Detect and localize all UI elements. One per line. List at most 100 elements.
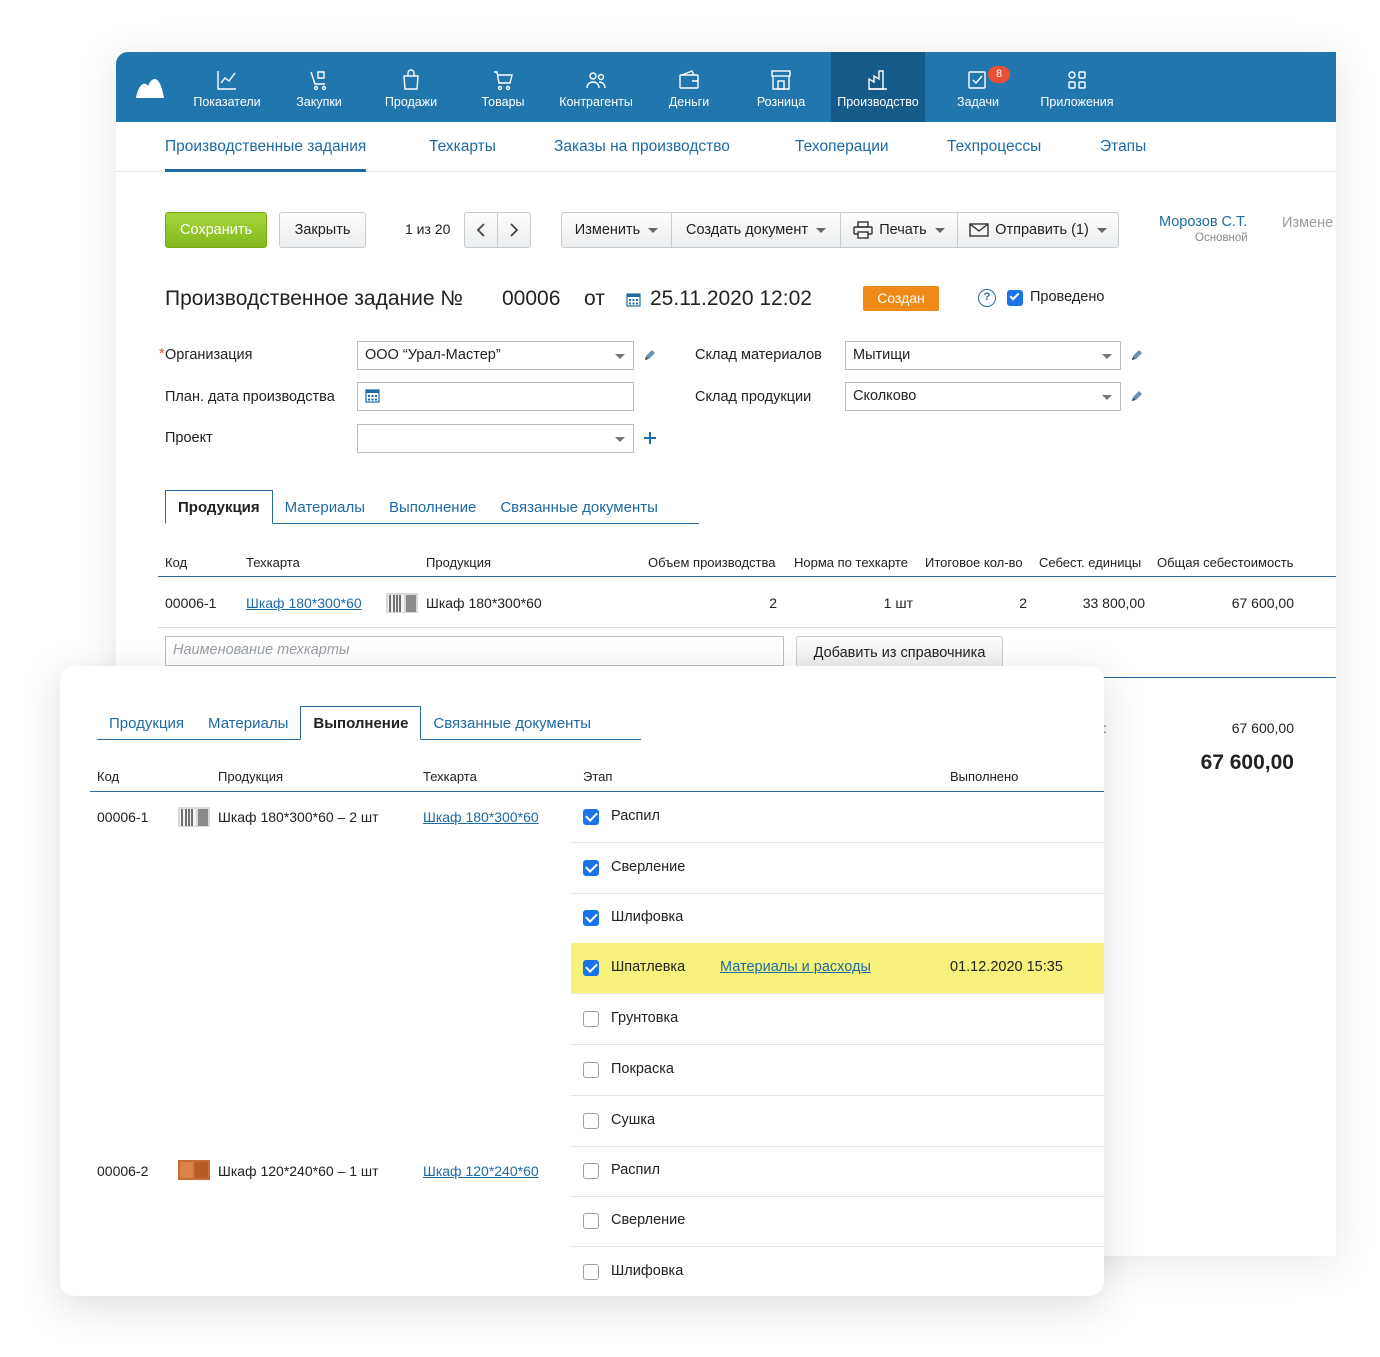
logo-icon[interactable] [134,72,166,100]
materials-warehouse-select[interactable]: Мытищи [845,341,1121,370]
help-icon[interactable]: ? [978,289,996,307]
tab-production-tasks[interactable]: Производственные задания [165,138,367,172]
column-header[interactable]: Объем производства [648,555,776,570]
nav-item-tasks[interactable]: Задачи 8 [934,52,1022,122]
stage-checkbox[interactable] [583,809,599,825]
tab-execution[interactable]: Выполнение [377,491,488,523]
printer-icon [853,221,873,239]
calendar-icon[interactable] [365,388,380,403]
nav-item-sales[interactable]: Продажи [370,52,452,122]
stage-row[interactable]: Распил [571,792,1104,843]
tab-materials[interactable]: Материалы [273,491,377,523]
product-code: 00006-2 [97,1163,149,1179]
stage-row[interactable]: Грунтовка [571,994,1104,1045]
stage-checkbox[interactable] [583,1062,599,1078]
nav-item-retail[interactable]: Розница [740,52,822,122]
send-dropdown[interactable]: Отправить (1) [957,212,1119,248]
edit-dropdown[interactable]: Изменить [561,212,672,248]
edit-label: Изменить [574,222,641,238]
organization-select[interactable]: ООО “Урал-Мастер” [357,341,634,370]
nav-item-apps[interactable]: Приложения [1032,52,1122,122]
column-header[interactable]: Техкарта [246,555,300,570]
stage-checkbox[interactable] [583,910,599,926]
pencil-icon[interactable] [1130,348,1144,362]
add-from-catalog-button[interactable]: Добавить из справочника [796,636,1003,669]
tab-products[interactable]: Продукция [97,707,196,739]
stage-checkbox[interactable] [583,1163,599,1179]
stage-row[interactable]: Шлифовка [571,1247,1104,1296]
column-header[interactable]: Продукция [426,555,491,570]
print-dropdown[interactable]: Печать [840,212,958,248]
stage-name: Покраска [611,1061,674,1077]
column-header[interactable]: Норма по техкарте [794,555,908,570]
tab-materials[interactable]: Материалы [196,707,300,739]
techcard-search-input[interactable]: Наименование техкарты [165,636,784,666]
column-header[interactable]: Этап [583,769,612,784]
chart-icon [217,71,236,90]
column-header[interactable]: Общая себестоимость [1157,555,1293,570]
stage-checkbox[interactable] [583,860,599,876]
column-header[interactable]: Выполнено [950,769,1018,784]
tab-related-documents[interactable]: Связанные документы [488,491,670,523]
doc-number[interactable]: 00006 [502,287,560,311]
tab-techoperations[interactable]: Техоперации [795,138,889,156]
stage-row[interactable]: Распил [571,1146,1104,1197]
stage-row[interactable]: Покраска [571,1045,1104,1096]
posted-checkbox[interactable] [1007,290,1023,306]
nav-item-money[interactable]: Деньги [648,52,730,122]
pencil-icon[interactable] [1130,389,1144,403]
nav-item-purchases[interactable]: Закупки [278,52,360,122]
owner-name[interactable]: Морозов С.Т. [1159,214,1247,230]
close-button[interactable]: Закрыть [279,212,366,248]
column-header[interactable]: Себест. единицы [1039,555,1141,570]
stage-row[interactable]: Сверление [571,1196,1104,1247]
project-select[interactable] [357,424,634,453]
calendar-icon[interactable] [626,292,641,307]
column-header[interactable]: Код [165,555,187,570]
column-header[interactable]: Итоговое кол-во [925,555,1023,570]
materials-expenses-link[interactable]: Материалы и расходы [720,959,871,975]
stage-name: Шлифовка [611,1263,684,1279]
pencil-icon[interactable] [643,348,657,362]
send-label: Отправить (1) [995,222,1089,238]
products-warehouse-select[interactable]: Сколково [845,382,1121,411]
stage-row[interactable]: Сушка [571,1096,1104,1147]
tab-techprocesses[interactable]: Техпроцессы [947,138,1041,156]
materials-warehouse-label: Склад материалов [695,347,822,363]
doc-date[interactable]: 25.11.2020 12:02 [650,287,812,311]
column-header[interactable]: Продукция [218,769,283,784]
tab-production-orders[interactable]: Заказы на производство [554,138,730,156]
techcard-link[interactable]: Шкаф 180*300*60 [423,809,539,825]
nav-item-contractors[interactable]: Контрагенты [552,52,640,122]
add-icon[interactable] [643,431,657,445]
next-button[interactable] [497,212,531,248]
save-button[interactable]: Сохранить [165,212,267,248]
stage-checkbox[interactable] [583,960,599,976]
stage-checkbox[interactable] [583,1113,599,1129]
prev-button[interactable] [464,212,498,248]
nav-label: Контрагенты [559,95,633,109]
tab-techcards[interactable]: Техкарты [429,138,496,156]
stage-row-highlighted[interactable]: Шпатлевка Материалы и расходы 01.12.2020… [571,943,1104,994]
stage-row[interactable]: Сверление [571,843,1104,894]
status-badge[interactable]: Создан [863,286,939,311]
row-volume[interactable]: 2 [716,595,777,611]
stage-row[interactable]: Шлифовка [571,893,1104,944]
nav-item-production[interactable]: Производство [831,52,925,122]
stage-checkbox[interactable] [583,1011,599,1027]
nav-item-goods[interactable]: Товары [462,52,544,122]
nav-item-dashboard[interactable]: Показатели [186,52,268,122]
row-techcard-link[interactable]: Шкаф 180*300*60 [246,595,362,611]
stage-checkbox[interactable] [583,1264,599,1280]
create-document-dropdown[interactable]: Создать документ [671,212,841,248]
plan-date-field[interactable] [357,382,634,411]
techcard-link[interactable]: Шкаф 120*240*60 [423,1163,539,1179]
tab-products[interactable]: Продукция [165,490,273,524]
column-header[interactable]: Код [97,769,119,784]
tab-execution[interactable]: Выполнение [300,706,422,740]
column-header[interactable]: Техкарта [423,769,477,784]
tab-related-documents[interactable]: Связанные документы [421,707,603,739]
stage-checkbox[interactable] [583,1213,599,1229]
row-divider [158,627,1336,628]
tab-stages[interactable]: Этапы [1100,138,1146,156]
